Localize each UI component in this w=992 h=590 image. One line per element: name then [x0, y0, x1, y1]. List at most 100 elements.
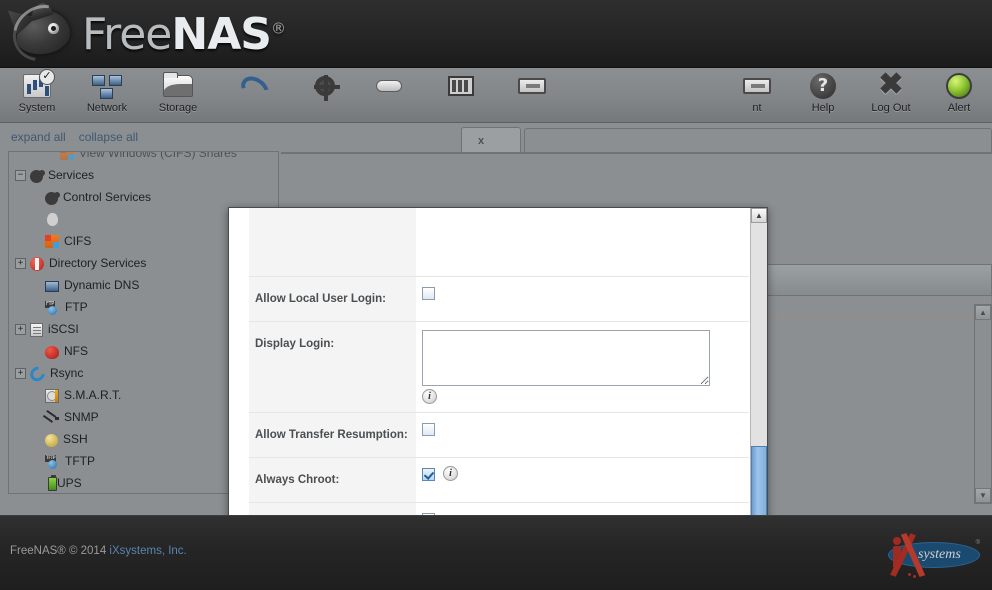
toolbar-item-display[interactable]: [495, 71, 569, 101]
services-gear-icon: [288, 71, 362, 101]
toolbar-label-guide: nt: [752, 102, 762, 114]
collapse-all-link[interactable]: collapse all: [79, 130, 138, 144]
info-icon[interactable]: i: [443, 466, 458, 481]
sidebar-item-label: Control Services: [63, 190, 152, 204]
tree-toggle-spacer: [30, 192, 41, 203]
ixsystems-logo-registered: ®: [975, 540, 980, 546]
iscsi-icon: [30, 322, 43, 337]
dialog-row-top-partial: [249, 208, 749, 277]
tree-toggle-spacer: [30, 456, 41, 467]
nfs-icon: [45, 345, 59, 359]
brand-header: FreeNAS®: [0, 0, 992, 68]
sidebar-item-label: SNMP: [64, 410, 99, 424]
tree-toggle-spacer: [30, 390, 41, 401]
tree-toggle-icon[interactable]: +: [15, 323, 26, 335]
copyright-label: FreeNAS® © 2014: [10, 545, 110, 557]
sidebar-item-view-windows-cifs-shares[interactable]: View Windows (CIFS) Shares: [9, 151, 278, 164]
reporting-icon: [424, 71, 498, 101]
sidebar-item-label: TFTP: [65, 454, 95, 468]
tree-toggle-spacer: [30, 478, 41, 489]
cifs-icon: [60, 152, 74, 160]
services-icon: [30, 169, 45, 183]
expand-all-link[interactable]: expand all: [11, 130, 66, 144]
sidebar-item-label: Services: [48, 168, 95, 182]
allow-transfer-resumption-checkbox[interactable]: [422, 423, 435, 436]
toolbar-label-network: Network: [86, 102, 128, 114]
account-icon: [352, 71, 426, 101]
tree-toggle-spacer: [30, 302, 41, 313]
info-icon[interactable]: i: [422, 389, 437, 404]
dyndns-icon: [45, 281, 59, 292]
dialog-value-display-login: i: [416, 322, 749, 412]
tree-controls: expand all collapse all: [0, 123, 281, 151]
toolbar-label-system: System: [18, 102, 56, 114]
toolbar-item-system[interactable]: System: [0, 69, 74, 114]
brand-name-bold: NAS: [171, 9, 272, 60]
tree-toggle-spacer: [30, 434, 41, 445]
toolbar-item-reporting[interactable]: [424, 71, 498, 101]
sidebar-item-control-services[interactable]: Control Services: [9, 186, 278, 208]
toolbar-label-help: Help: [811, 102, 835, 114]
ixsystems-logo-text: systems: [918, 547, 961, 562]
grid-scrollbar[interactable]: ▲ ▼: [974, 304, 992, 504]
page-body: expand all collapse all View Windows (CIF…: [0, 123, 992, 590]
logout-icon: ✖: [878, 68, 904, 101]
display-icon: [495, 71, 569, 101]
page-footer: FreeNAS® © 2014 iXsystems, Inc. systems …: [0, 515, 992, 590]
dialog-value-allow-transfer-resumption: [416, 413, 749, 457]
storage-folder-icon: [141, 71, 215, 101]
sidebar-item-label: Dynamic DNS: [64, 278, 140, 292]
main-toolbar: System Network Storage nt ?: [0, 68, 992, 123]
tree-toggle-spacer: [30, 280, 41, 291]
content-tab-area: [524, 128, 992, 153]
help-icon: ?: [786, 71, 860, 101]
sidebar-item-label: SSH: [63, 432, 88, 446]
directory-icon: [30, 256, 44, 271]
grid-scroll-down-icon[interactable]: ▼: [975, 488, 991, 503]
dialog-label-always-chroot: Always Chroot:: [249, 458, 416, 502]
brand-name-light: Free: [82, 9, 172, 60]
toolbar-item-guide[interactable]: nt: [720, 71, 794, 114]
toolbar-item-services[interactable]: [288, 71, 362, 101]
toolbar-item-storage[interactable]: Storage: [141, 71, 215, 114]
always-chroot-checkbox[interactable]: [422, 468, 435, 481]
dialog-scroll-up-icon[interactable]: ▲: [751, 208, 767, 223]
toolbar-item-account[interactable]: [352, 71, 426, 101]
dialog-row-allow-local-user-login: Allow Local User Login:: [249, 277, 749, 322]
tree-toggle-icon[interactable]: +: [15, 257, 26, 269]
ixsystems-link[interactable]: iXsystems, Inc.: [109, 545, 186, 557]
toolbar-item-alert[interactable]: Alert: [922, 71, 992, 114]
tab-close-icon[interactable]: x: [478, 135, 484, 147]
alert-icon: [922, 71, 992, 101]
tree-toggle-icon[interactable]: −: [15, 169, 26, 181]
sidebar-item-label: View Windows (CIFS) Shares: [79, 151, 237, 160]
content-tab[interactable]: x: [461, 127, 521, 153]
dialog-value-top-partial: [416, 208, 749, 276]
dialog-row-display-login: Display Login: i: [249, 322, 749, 413]
tree-toggle-spacer: [30, 412, 41, 423]
toolbar-label-logout: Log Out: [871, 102, 911, 114]
sidebar-item-label: Directory Services: [49, 256, 147, 270]
sharing-icon: [215, 71, 289, 101]
display-login-textarea[interactable]: [422, 330, 710, 386]
tree-toggle-spacer: [30, 214, 41, 225]
grid-scroll-up-icon[interactable]: ▲: [975, 305, 991, 320]
tree-toggle-icon[interactable]: +: [15, 367, 26, 379]
ssh-icon: [45, 433, 58, 447]
sidebar-item-label: UPS: [57, 476, 82, 490]
toolbar-item-help[interactable]: ? Help: [786, 71, 860, 114]
toolbar-item-network[interactable]: Network: [70, 71, 144, 114]
network-icon: [70, 71, 144, 101]
freenas-logo: FreeNAS®: [1, 0, 286, 67]
sidebar-item-services[interactable]: − Services: [9, 164, 278, 186]
toolbar-label-storage: Storage: [158, 102, 198, 114]
tab-strip: x: [281, 123, 992, 153]
allow-local-user-login-checkbox[interactable]: [422, 287, 435, 300]
toolbar-item-sharing[interactable]: [215, 71, 289, 101]
brand-wordmark: FreeNAS®: [82, 13, 286, 57]
tree-toggle-spacer: [45, 152, 56, 159]
dialog-label-top-partial: [249, 208, 416, 276]
rsync-icon: [27, 363, 48, 384]
sidebar-item-label: NFS: [64, 344, 88, 358]
toolbar-item-logout[interactable]: ✖ Log Out: [854, 68, 928, 115]
